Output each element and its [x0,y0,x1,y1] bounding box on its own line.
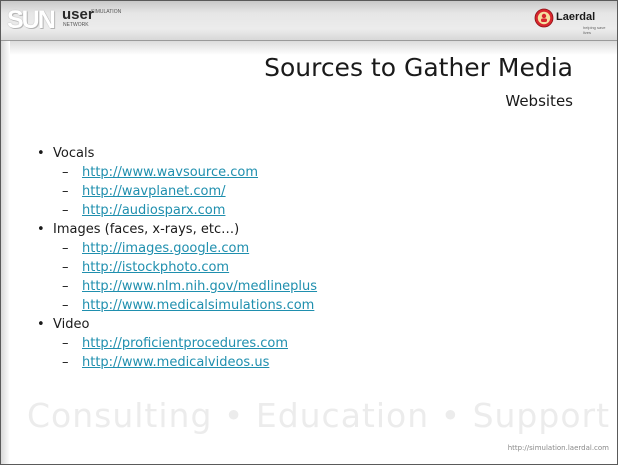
link-wavsource[interactable]: http://www.wavsource.com [82,165,258,180]
bullet-marker: • [37,317,45,332]
list-item: – http://audiosparx.com [37,201,557,220]
link-audiosparx[interactable]: http://audiosparx.com [82,203,225,218]
left-edge-shading [1,41,10,464]
laerdal-name: Laerdal [556,11,596,23]
slide: SUN SIMULATION user NETWORK Laerdal help… [0,0,618,465]
bullet-marker: • [37,222,45,237]
dash-marker: – [62,184,69,199]
section-label: Images (faces, x-rays, etc…) [53,222,240,237]
logo-line-2: NETWORK [63,22,89,28]
dash-marker: – [62,165,69,180]
dash-marker: – [62,260,69,275]
logo-mark: SUN [7,6,56,34]
dash-marker: – [62,241,69,256]
list-item: – http://proficientprocedures.com [37,334,557,353]
dash-marker: – [62,298,69,313]
laerdal-tagline: helping save lives [583,25,606,35]
logo-line-1: SIMULATION [91,9,122,15]
link-google-images[interactable]: http://images.google.com [82,241,249,256]
footer-watermark: Consulting • Education • Support [27,396,611,435]
link-wavplanet[interactable]: http://wavplanet.com/ [82,184,226,199]
section-images: • Images (faces, x-rays, etc…) [37,220,557,239]
list-item: – http://www.wavsource.com [37,163,557,182]
link-proficientprocedures[interactable]: http://proficientprocedures.com [82,336,288,351]
bullet-marker: • [37,146,45,161]
logo-word: user [62,6,94,23]
list-item: – http://images.google.com [37,239,557,258]
section-label: Vocals [53,146,95,161]
bullet-list: • Vocals – http://www.wavsource.com – ht… [37,144,557,372]
list-item: – http://www.medicalsimulations.com [37,296,557,315]
slide-title: Sources to Gather Media [264,53,573,82]
footer-url: http://simulation.laerdal.com [507,444,609,452]
section-label: Video [53,317,90,332]
dash-marker: – [62,355,69,370]
list-item: – http://wavplanet.com/ [37,182,557,201]
laerdal-emblem-icon [534,8,554,28]
dash-marker: – [62,336,69,351]
link-medlineplus[interactable]: http://www.nlm.nih.gov/medlineplus [82,279,317,294]
laerdal-logo: Laerdal helping save lives [534,7,610,35]
dash-marker: – [62,203,69,218]
slide-subtitle: Websites [505,92,573,110]
list-item: – http://istockphoto.com [37,258,557,277]
link-medicalvideos[interactable]: http://www.medicalvideos.us [82,355,269,370]
sun-user-network-logo: SUN SIMULATION user NETWORK [7,6,125,34]
section-vocals: • Vocals [37,144,557,163]
list-item: – http://www.medicalvideos.us [37,353,557,372]
section-video: • Video [37,315,557,334]
list-item: – http://www.nlm.nih.gov/medlineplus [37,277,557,296]
link-istockphoto[interactable]: http://istockphoto.com [82,260,229,275]
dash-marker: – [62,279,69,294]
link-medicalsimulations[interactable]: http://www.medicalsimulations.com [82,298,314,313]
